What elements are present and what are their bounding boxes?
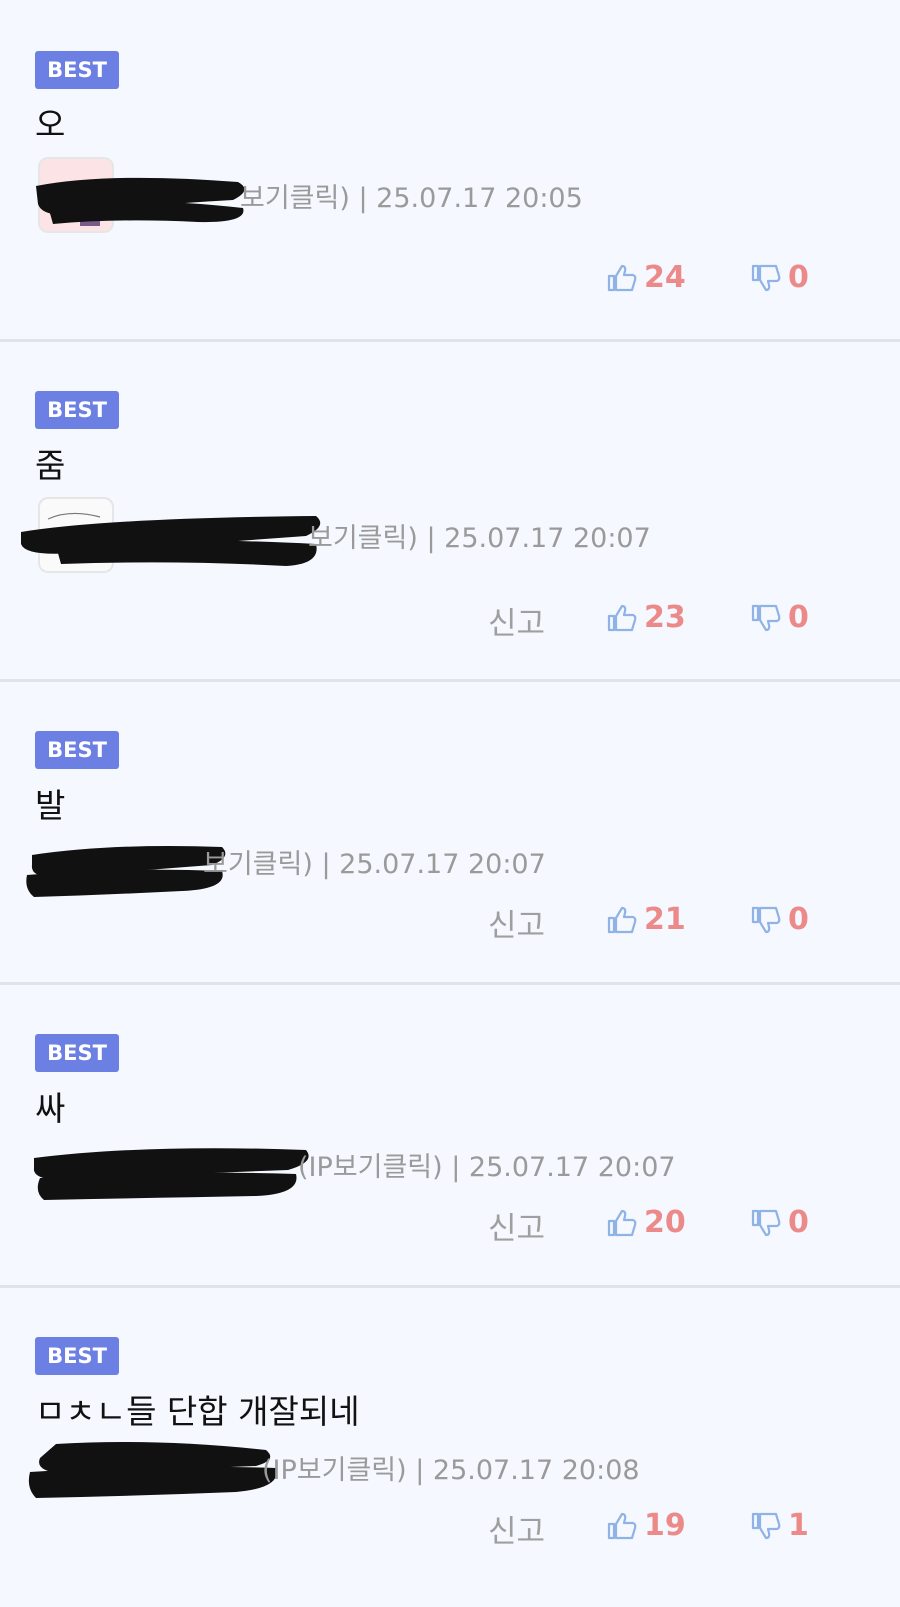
author-meta[interactable]: (IP보기클릭) | 25.07.17 20:07: [298, 1145, 676, 1184]
redaction-mark: [36, 177, 245, 224]
report-button[interactable]: 신고: [488, 900, 545, 945]
thumbs-up-icon: [607, 264, 637, 291]
thumbs-down-icon: [751, 906, 781, 933]
like-button[interactable]: 23: [606, 600, 686, 635]
like-count: 19: [644, 1508, 686, 1543]
like-count: 20: [644, 1205, 686, 1240]
comment-item: BEST 싸 (IP보기클릭) | 25.07.17 20:07 신고 20 0: [0, 985, 900, 1285]
like-button[interactable]: 24: [606, 260, 686, 295]
author-meta[interactable]: (IP보기클릭) | 25.07.17 20:08: [262, 1448, 640, 1487]
thumbs-down-icon: [751, 604, 781, 631]
report-button[interactable]: 신고: [488, 1203, 545, 1248]
comment-item: BEST 오 보기클릭) | 25.07.17 20:05 24 0: [0, 0, 900, 340]
best-badge: BEST: [35, 731, 119, 769]
like-count: 24: [644, 260, 686, 295]
comment-text: 발: [35, 786, 66, 825]
thumbs-down-icon: [751, 264, 781, 291]
author-meta[interactable]: 보기클릭) | 25.07.17 20:07: [203, 842, 546, 881]
dislike-count: 0: [788, 260, 809, 295]
like-button[interactable]: 21: [606, 902, 686, 937]
thumbs-down-icon: [751, 1209, 781, 1236]
best-badge: BEST: [35, 1337, 119, 1375]
author-meta[interactable]: 보기클릭) | 25.07.17 20:07: [308, 516, 651, 555]
best-badge: BEST: [35, 391, 119, 429]
redaction-mark: [28, 1442, 277, 1498]
comment-text: ㅁㅊㄴ들 단합 개잘되네: [35, 1392, 360, 1431]
like-button[interactable]: 20: [606, 1205, 686, 1240]
dislike-button[interactable]: 0: [750, 902, 809, 937]
report-button[interactable]: 신고: [488, 598, 545, 643]
thumbs-up-icon: [607, 906, 637, 933]
redaction-mark: [33, 1148, 309, 1200]
comment-item: BEST ㅁㅊㄴ들 단합 개잘되네 (IP보기클릭) | 25.07.17 20…: [0, 1288, 900, 1607]
like-count: 21: [644, 902, 686, 937]
redaction-mark: [21, 516, 321, 566]
comment-text: 싸: [35, 1089, 66, 1128]
best-badge: BEST: [35, 51, 119, 89]
comment-text: 오: [35, 105, 66, 144]
report-button[interactable]: 신고: [488, 1506, 545, 1551]
thumbs-up-icon: [607, 604, 637, 631]
thumbs-up-icon: [607, 1209, 637, 1236]
comment-text: 줌: [35, 446, 66, 485]
dislike-button[interactable]: 0: [750, 1205, 809, 1240]
thumbs-down-icon: [751, 1512, 781, 1539]
thumbs-up-icon: [607, 1512, 637, 1539]
like-button[interactable]: 19: [606, 1508, 686, 1543]
comment-item: BEST 발 보기클릭) | 25.07.17 20:07 신고 21 0: [0, 682, 900, 982]
dislike-count: 0: [788, 600, 809, 635]
best-badge: BEST: [35, 1034, 119, 1072]
author-meta[interactable]: 보기클릭) | 25.07.17 20:05: [240, 176, 583, 215]
dislike-button[interactable]: 0: [750, 600, 809, 635]
comment-item: BEST 줌 보기클릭) | 25.07.17 20:07 신고 23 0: [0, 342, 900, 680]
like-count: 23: [644, 600, 686, 635]
dislike-count: 0: [788, 902, 809, 937]
dislike-count: 0: [788, 1205, 809, 1240]
dislike-count: 1: [788, 1508, 809, 1543]
dislike-button[interactable]: 0: [750, 260, 809, 295]
redaction-mark: [26, 846, 226, 897]
dislike-button[interactable]: 1: [750, 1508, 809, 1543]
